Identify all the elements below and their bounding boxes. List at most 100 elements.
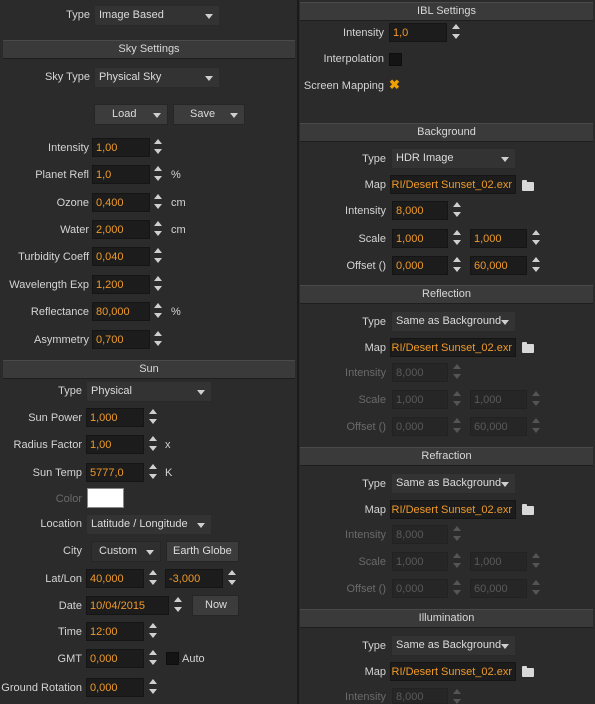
gmt-input[interactable]: 0,000: [86, 649, 144, 668]
city-dropdown[interactable]: Custom: [91, 541, 161, 562]
x-check-icon[interactable]: ✖: [389, 78, 400, 91]
location-dropdown[interactable]: Latitude / Longitude: [86, 514, 212, 535]
up-down-arrows-icon[interactable]: [451, 577, 463, 599]
illumination-header[interactable]: Illumination: [300, 609, 593, 628]
sun-temp-input[interactable]: 5777,0: [86, 463, 144, 482]
refraction-scale-y-input[interactable]: 1,000: [470, 552, 527, 571]
up-down-arrows-icon[interactable]: [530, 577, 542, 599]
refraction-scale-x-input[interactable]: 1,000: [392, 552, 448, 571]
reflectance-input[interactable]: 80,000: [92, 302, 150, 321]
reflection-offset-y-input[interactable]: 60,000: [470, 417, 527, 436]
up-down-arrows-icon[interactable]: [152, 163, 164, 185]
up-down-arrows-icon[interactable]: [147, 647, 159, 669]
ground-rotation-input[interactable]: 0,000: [86, 678, 144, 697]
up-down-arrows-icon[interactable]: [451, 199, 463, 221]
background-intensity-input[interactable]: 8,000: [392, 201, 448, 220]
up-down-arrows-icon[interactable]: [451, 388, 463, 410]
latitude-input[interactable]: 40,000: [86, 569, 144, 588]
background-scale-y-input[interactable]: 1,000: [470, 229, 527, 248]
sun-type-dropdown[interactable]: Physical: [86, 381, 212, 402]
reflection-type-dropdown[interactable]: Same as Background: [391, 311, 516, 332]
earth-globe-button[interactable]: Earth Globe: [166, 541, 239, 562]
sun-power-input[interactable]: 1,000: [86, 408, 144, 427]
folder-icon[interactable]: [522, 342, 534, 353]
refraction-header[interactable]: Refraction: [300, 447, 593, 466]
reflection-scale-y-input[interactable]: 1,000: [470, 390, 527, 409]
up-down-arrows-icon[interactable]: [451, 523, 463, 545]
sun-color-swatch[interactable]: [87, 488, 124, 508]
up-down-arrows-icon[interactable]: [451, 361, 463, 383]
up-down-arrows-icon[interactable]: [451, 686, 463, 704]
up-down-arrows-icon[interactable]: [152, 300, 164, 322]
up-down-arrows-icon[interactable]: [451, 415, 463, 437]
up-down-arrows-icon[interactable]: [152, 245, 164, 267]
up-down-arrows-icon[interactable]: [226, 567, 238, 589]
reflection-offset-x-input[interactable]: 0,000: [392, 417, 448, 436]
refraction-type-dropdown[interactable]: Same as Background: [391, 473, 516, 494]
up-down-arrows-icon[interactable]: [152, 136, 164, 158]
up-down-arrows-icon[interactable]: [147, 406, 159, 428]
up-down-arrows-icon[interactable]: [450, 21, 462, 43]
up-down-arrows-icon[interactable]: [147, 567, 159, 589]
up-down-arrows-icon[interactable]: [152, 328, 164, 350]
up-down-arrows-icon[interactable]: [530, 388, 542, 410]
ozone-input[interactable]: 0,400: [92, 193, 150, 212]
sun-header[interactable]: Sun: [3, 360, 295, 379]
reflection-intensity-input[interactable]: 8,000: [392, 363, 448, 382]
folder-icon[interactable]: [522, 180, 534, 191]
up-down-arrows-icon[interactable]: [530, 415, 542, 437]
illumination-type-dropdown[interactable]: Same as Background: [391, 635, 516, 656]
background-scale-x-input[interactable]: 1,000: [392, 229, 448, 248]
load-button[interactable]: Load: [94, 104, 168, 125]
up-down-arrows-icon[interactable]: [530, 550, 542, 572]
time-input[interactable]: 12:00: [86, 622, 144, 641]
illumination-intensity-input[interactable]: 8,000: [392, 688, 448, 704]
up-down-arrows-icon[interactable]: [451, 550, 463, 572]
up-down-arrows-icon[interactable]: [147, 620, 159, 642]
up-down-arrows-icon[interactable]: [147, 433, 159, 455]
up-down-arrows-icon[interactable]: [152, 218, 164, 240]
intensity-input[interactable]: 1,00: [92, 138, 150, 157]
sky-settings-header[interactable]: Sky Settings: [3, 40, 295, 59]
env-type-dropdown[interactable]: Image Based: [94, 5, 220, 26]
background-type-dropdown[interactable]: HDR Image: [391, 148, 516, 169]
auto-checkbox[interactable]: [166, 652, 179, 665]
up-down-arrows-icon[interactable]: [147, 461, 159, 483]
refraction-map-input[interactable]: HDRI/Desert Sunset_02.exr: [390, 500, 516, 519]
background-header[interactable]: Background: [300, 123, 593, 142]
up-down-arrows-icon[interactable]: [530, 254, 542, 276]
turbidity-coeff-input[interactable]: 0,040: [92, 247, 150, 266]
ibl-intensity-input[interactable]: 1,0: [389, 23, 447, 42]
reflection-header[interactable]: Reflection: [300, 285, 593, 304]
sky-type-dropdown[interactable]: Physical Sky: [94, 67, 220, 88]
longitude-input[interactable]: -3,000: [165, 569, 223, 588]
folder-icon[interactable]: [522, 504, 534, 515]
now-button[interactable]: Now: [192, 595, 239, 616]
wavelength-exp-input[interactable]: 1,200: [92, 275, 150, 294]
refraction-intensity-input[interactable]: 8,000: [392, 525, 448, 544]
background-offset-y-input[interactable]: 60,000: [470, 256, 527, 275]
folder-icon[interactable]: [522, 666, 534, 677]
reflection-scale-x-input[interactable]: 1,000: [392, 390, 448, 409]
interpolation-checkbox[interactable]: [389, 53, 402, 66]
illumination-map-input[interactable]: HDRI/Desert Sunset_02.exr: [390, 662, 516, 681]
planet-refl-input[interactable]: 1,0: [92, 165, 150, 184]
save-button[interactable]: Save: [173, 104, 245, 125]
up-down-arrows-icon[interactable]: [147, 676, 159, 698]
date-input[interactable]: 10/04/2015: [86, 596, 169, 615]
background-offset-x-input[interactable]: 0,000: [392, 256, 448, 275]
reflection-map-input[interactable]: HDRI/Desert Sunset_02.exr: [390, 338, 516, 357]
up-down-arrows-icon[interactable]: [152, 273, 164, 295]
up-down-arrows-icon[interactable]: [172, 594, 184, 616]
up-down-arrows-icon[interactable]: [152, 191, 164, 213]
up-down-arrows-icon[interactable]: [451, 227, 463, 249]
radius-factor-input[interactable]: 1,00: [86, 435, 144, 454]
up-down-arrows-icon[interactable]: [530, 227, 542, 249]
refraction-offset-x-input[interactable]: 0,000: [392, 579, 448, 598]
asymmetry-input[interactable]: 0,700: [92, 330, 150, 349]
background-map-input[interactable]: HDRI/Desert Sunset_02.exr: [390, 175, 516, 194]
water-input[interactable]: 2,000: [92, 220, 150, 239]
ibl-settings-header[interactable]: IBL Settings: [300, 2, 593, 21]
refraction-offset-y-input[interactable]: 60,000: [470, 579, 527, 598]
up-down-arrows-icon[interactable]: [451, 254, 463, 276]
